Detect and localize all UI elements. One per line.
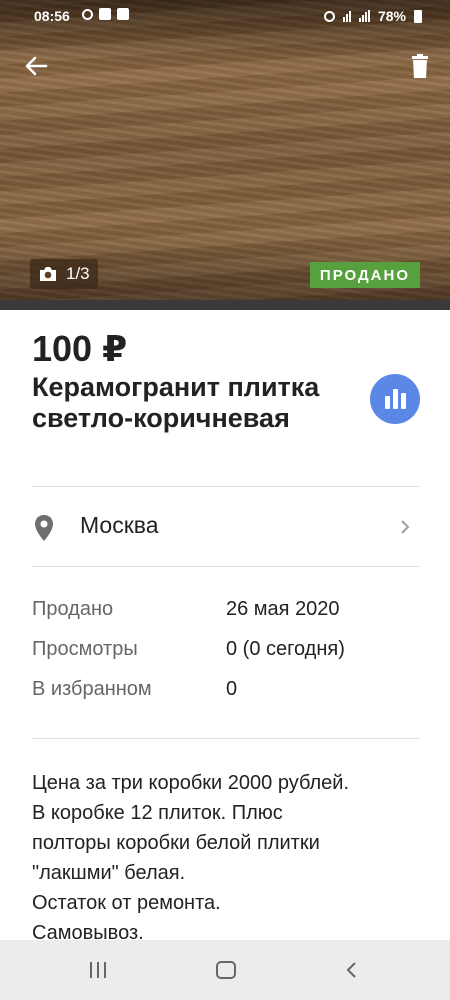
- home-button[interactable]: [216, 961, 236, 979]
- info-value: 26 мая 2020: [226, 598, 340, 620]
- info-row-views: Просмотры 0 (0 сегодня): [32, 638, 432, 678]
- listing-info: Продано 26 мая 2020 Просмотры 0 (0 сегод…: [32, 598, 432, 718]
- system-nav-bar: [0, 940, 450, 1000]
- battery-icon: [414, 9, 422, 23]
- photo-counter[interactable]: 1/3: [30, 259, 98, 289]
- statistics-button[interactable]: [370, 374, 420, 424]
- chevron-right-icon: [401, 520, 410, 534]
- search-notification-icon: [82, 8, 93, 20]
- info-row-sold: Продано 26 мая 2020: [32, 598, 432, 638]
- photo-counter-text: 1/3: [66, 264, 90, 283]
- listing-description: Цена за три коробки 2000 рублей. В короб…: [32, 772, 350, 944]
- cloud-notification-icon: [117, 8, 129, 20]
- alarm-icon: [323, 10, 335, 22]
- listing-price: 100 ₽: [32, 328, 128, 369]
- trash-icon: [412, 54, 428, 78]
- info-label: Продано: [32, 598, 114, 620]
- info-value: 0 (0 сегодня): [226, 638, 345, 660]
- divider: [32, 738, 420, 739]
- wifi-icon: [342, 10, 351, 22]
- location-city: Москва: [80, 512, 159, 538]
- listing-title: Керамогранит плитка светло-коричневая: [32, 372, 320, 433]
- photo-overlay: [0, 0, 450, 300]
- status-notification-icons: [82, 8, 129, 20]
- camera-icon: [40, 267, 56, 281]
- location-pin-icon: [35, 515, 53, 541]
- stats-icon: [384, 389, 406, 409]
- recent-apps-button[interactable]: [90, 962, 106, 978]
- delete-button[interactable]: [406, 52, 434, 80]
- status-system-icons: 78%: [323, 8, 422, 24]
- youtube-notification-icon: [99, 8, 111, 20]
- back-arrow-icon: [25, 56, 48, 76]
- info-row-favorites: В избранном 0: [32, 678, 432, 718]
- signal-icon: [358, 10, 370, 22]
- status-time: 08:56: [34, 8, 70, 24]
- location-row[interactable]: Москва: [0, 488, 450, 566]
- info-value: 0: [226, 678, 238, 700]
- status-bar: 08:56 78%: [0, 0, 450, 32]
- info-label: В избранном: [32, 678, 152, 700]
- divider: [32, 486, 420, 487]
- nav-back-button[interactable]: [344, 960, 360, 980]
- battery-percent: 78%: [377, 8, 406, 24]
- back-button[interactable]: [22, 52, 50, 80]
- sold-badge: ПРОДАНО: [309, 262, 420, 288]
- photo-divider: [0, 300, 450, 310]
- info-label: Просмотры: [32, 638, 138, 660]
- divider: [32, 566, 420, 567]
